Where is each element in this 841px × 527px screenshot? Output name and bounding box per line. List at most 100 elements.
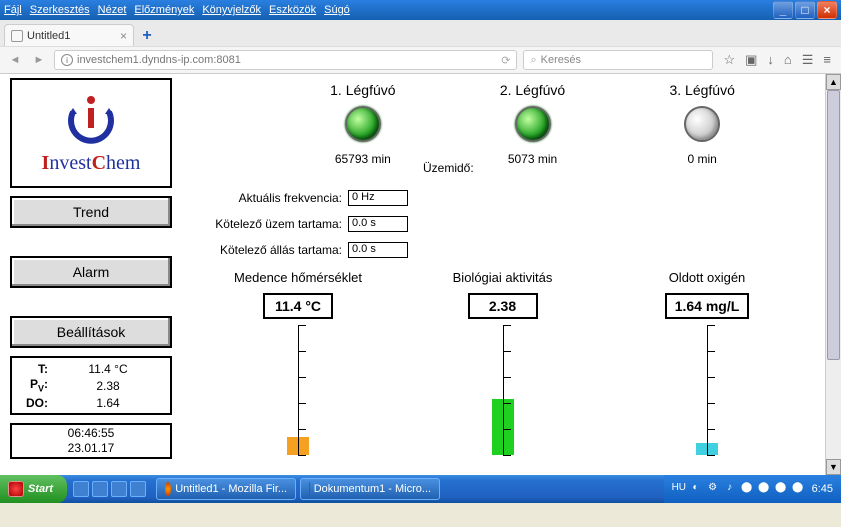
scroll-down-button[interactable]: ▼	[826, 459, 841, 475]
site-info-icon[interactable]: i	[61, 54, 73, 66]
search-input[interactable]: ⌕ Keresés	[523, 50, 713, 70]
stop-duration-label: Kötelező állás tartama:	[198, 243, 348, 257]
pv-label: PV:	[18, 377, 52, 393]
vertical-scrollbar[interactable]: ▲ ▼	[825, 74, 841, 475]
library-icon[interactable]: ☰	[802, 52, 814, 68]
temp-label: T:	[18, 362, 52, 376]
home-icon[interactable]: ⌂	[784, 52, 792, 68]
do-label: DO:	[18, 396, 52, 410]
main-panel: Üzemidő: 1. Légfúvó 65793 min 2. Légfúvó…	[180, 74, 825, 475]
tray-icon[interactable]: ⬤	[757, 482, 771, 496]
quicklaunch-icon[interactable]	[111, 481, 127, 497]
menu-edit[interactable]: Szerkesztés	[30, 4, 90, 16]
taskbar-item-word[interactable]: Dokumentum1 - Micro...	[300, 478, 440, 500]
tray-icon[interactable]: ◐	[689, 482, 703, 496]
scroll-up-button[interactable]: ▲	[826, 74, 841, 90]
tray-icon[interactable]: ♪	[723, 482, 737, 496]
menu-tools[interactable]: Eszközök	[269, 4, 316, 16]
browser-tab[interactable]: Untitled1 ×	[4, 24, 134, 46]
window-close-button[interactable]: ×	[817, 1, 837, 19]
quicklaunch-icon[interactable]	[73, 481, 89, 497]
datetime-panel: 06:46:55 23.01.17	[10, 423, 172, 459]
nav-forward-button[interactable]: ►	[30, 54, 48, 66]
blower-3-led-icon	[684, 106, 720, 142]
date-text: 23.01.17	[16, 441, 166, 456]
scroll-thumb[interactable]	[827, 90, 840, 360]
blower-3: 3. Légfúvó 0 min	[617, 82, 787, 166]
menu-bookmarks[interactable]: Könyvjelzők	[202, 4, 261, 16]
nav-back-button[interactable]: ◄	[6, 54, 24, 66]
time-text: 06:46:55	[16, 426, 166, 441]
tray-icon[interactable]: ⬤	[791, 482, 805, 496]
alarm-button[interactable]: Alarm	[10, 256, 172, 288]
scroll-track[interactable]	[826, 90, 841, 459]
blower-2-led-icon	[515, 106, 551, 142]
downloads-icon[interactable]: ↓	[767, 52, 774, 68]
quick-launch	[67, 481, 152, 497]
freq-label: Aktuális frekvencia:	[198, 191, 348, 205]
gauge-do-value: 1.64 mg/L	[665, 293, 750, 319]
blower-1: 1. Légfúvó 65793 min	[278, 82, 448, 166]
start-button[interactable]: Start	[0, 475, 67, 503]
url-input[interactable]: i investchem1.dyndns-ip.com:8081 ⟳	[54, 50, 517, 70]
tray-icon[interactable]: ⬤	[774, 482, 788, 496]
trend-button[interactable]: Trend	[10, 196, 172, 228]
search-placeholder: Keresés	[541, 54, 581, 66]
menu-icon[interactable]: ≡	[823, 52, 831, 68]
stop-duration-value[interactable]: 0.0 s	[348, 242, 408, 258]
gauge-bio: Biológiai aktivitás 2.38	[413, 270, 593, 455]
tab-close-icon[interactable]: ×	[120, 29, 127, 43]
gauge-temp: Medence hőmérséklet 11.4 °C	[208, 270, 388, 455]
menu-view[interactable]: Nézet	[98, 4, 127, 16]
menu-help[interactable]: Súgó	[324, 4, 350, 16]
taskbar-item-firefox[interactable]: Untitled1 - Mozilla Fir...	[156, 478, 296, 500]
quicklaunch-icon[interactable]	[92, 481, 108, 497]
system-tray: HU ◐ ⚙ ♪ ⬤ ⬤ ⬤ ⬤ 6:45	[664, 475, 841, 503]
blower-2-title: 2. Légfúvó	[448, 82, 618, 98]
run-duration-value[interactable]: 0.0 s	[348, 216, 408, 232]
menu-file[interactable]: Fájl	[4, 4, 22, 16]
pv-value: 2.38	[52, 379, 164, 393]
window-maximize-button[interactable]: □	[795, 1, 815, 19]
temp-value: 11.4 °C	[52, 362, 164, 376]
word-icon	[309, 482, 310, 496]
gauge-temp-value: 11.4 °C	[263, 293, 333, 319]
tab-favicon	[11, 30, 23, 42]
windows-logo-icon	[8, 481, 24, 497]
gauge-temp-title: Medence hőmérséklet	[208, 270, 388, 285]
tray-icon[interactable]: ⚙	[706, 482, 720, 496]
investchem-logo-icon	[61, 92, 121, 147]
blower-1-led-icon	[345, 106, 381, 142]
quicklaunch-icon[interactable]	[130, 481, 146, 497]
tray-icon[interactable]: ⬤	[740, 482, 754, 496]
gauge-bio-value: 2.38	[468, 293, 538, 319]
bookmark-star-icon[interactable]: ☆	[723, 52, 735, 68]
sidebar: InvestChem Trend Alarm Beállítások T: 11…	[0, 74, 180, 475]
gauge-do-title: Oldott oxigén	[617, 270, 797, 285]
gauges-row: Medence hőmérséklet 11.4 °C Biológiai ak…	[198, 270, 807, 455]
tray-clock[interactable]: 6:45	[812, 483, 833, 495]
tray-lang[interactable]: HU	[672, 482, 686, 496]
pocket-icon[interactable]: ▣	[745, 52, 757, 68]
settings-button[interactable]: Beállítások	[10, 316, 172, 348]
readings-panel: T: 11.4 °C PV: 2.38 DO: 1.64	[10, 356, 172, 415]
blower-3-uptime: 0 min	[617, 152, 787, 166]
blower-1-title: 1. Légfúvó	[278, 82, 448, 98]
params-panel: Aktuális frekvencia: 0 Hz Kötelező üzem …	[198, 190, 807, 258]
freq-value[interactable]: 0 Hz	[348, 190, 408, 206]
window-menubar: Fájl Szerkesztés Nézet Előzmények Könyvj…	[0, 0, 841, 20]
gauge-bio-title: Biológiai aktivitás	[413, 270, 593, 285]
menu-history[interactable]: Előzmények	[134, 4, 194, 16]
window-minimize-button[interactable]: _	[773, 1, 793, 19]
logo-panel: InvestChem	[10, 78, 172, 188]
page-content: InvestChem Trend Alarm Beállítások T: 11…	[0, 74, 841, 475]
search-icon: ⌕	[530, 54, 536, 67]
gauge-do: Oldott oxigén 1.64 mg/L	[617, 270, 797, 455]
reload-icon[interactable]: ⟳	[501, 54, 510, 67]
blower-3-title: 3. Légfúvó	[617, 82, 787, 98]
url-text: investchem1.dyndns-ip.com:8081	[77, 54, 241, 66]
new-tab-button[interactable]: +	[136, 26, 158, 46]
do-value: 1.64	[52, 396, 164, 410]
blower-2: 2. Légfúvó 5073 min	[448, 82, 618, 166]
firefox-icon	[165, 482, 171, 496]
